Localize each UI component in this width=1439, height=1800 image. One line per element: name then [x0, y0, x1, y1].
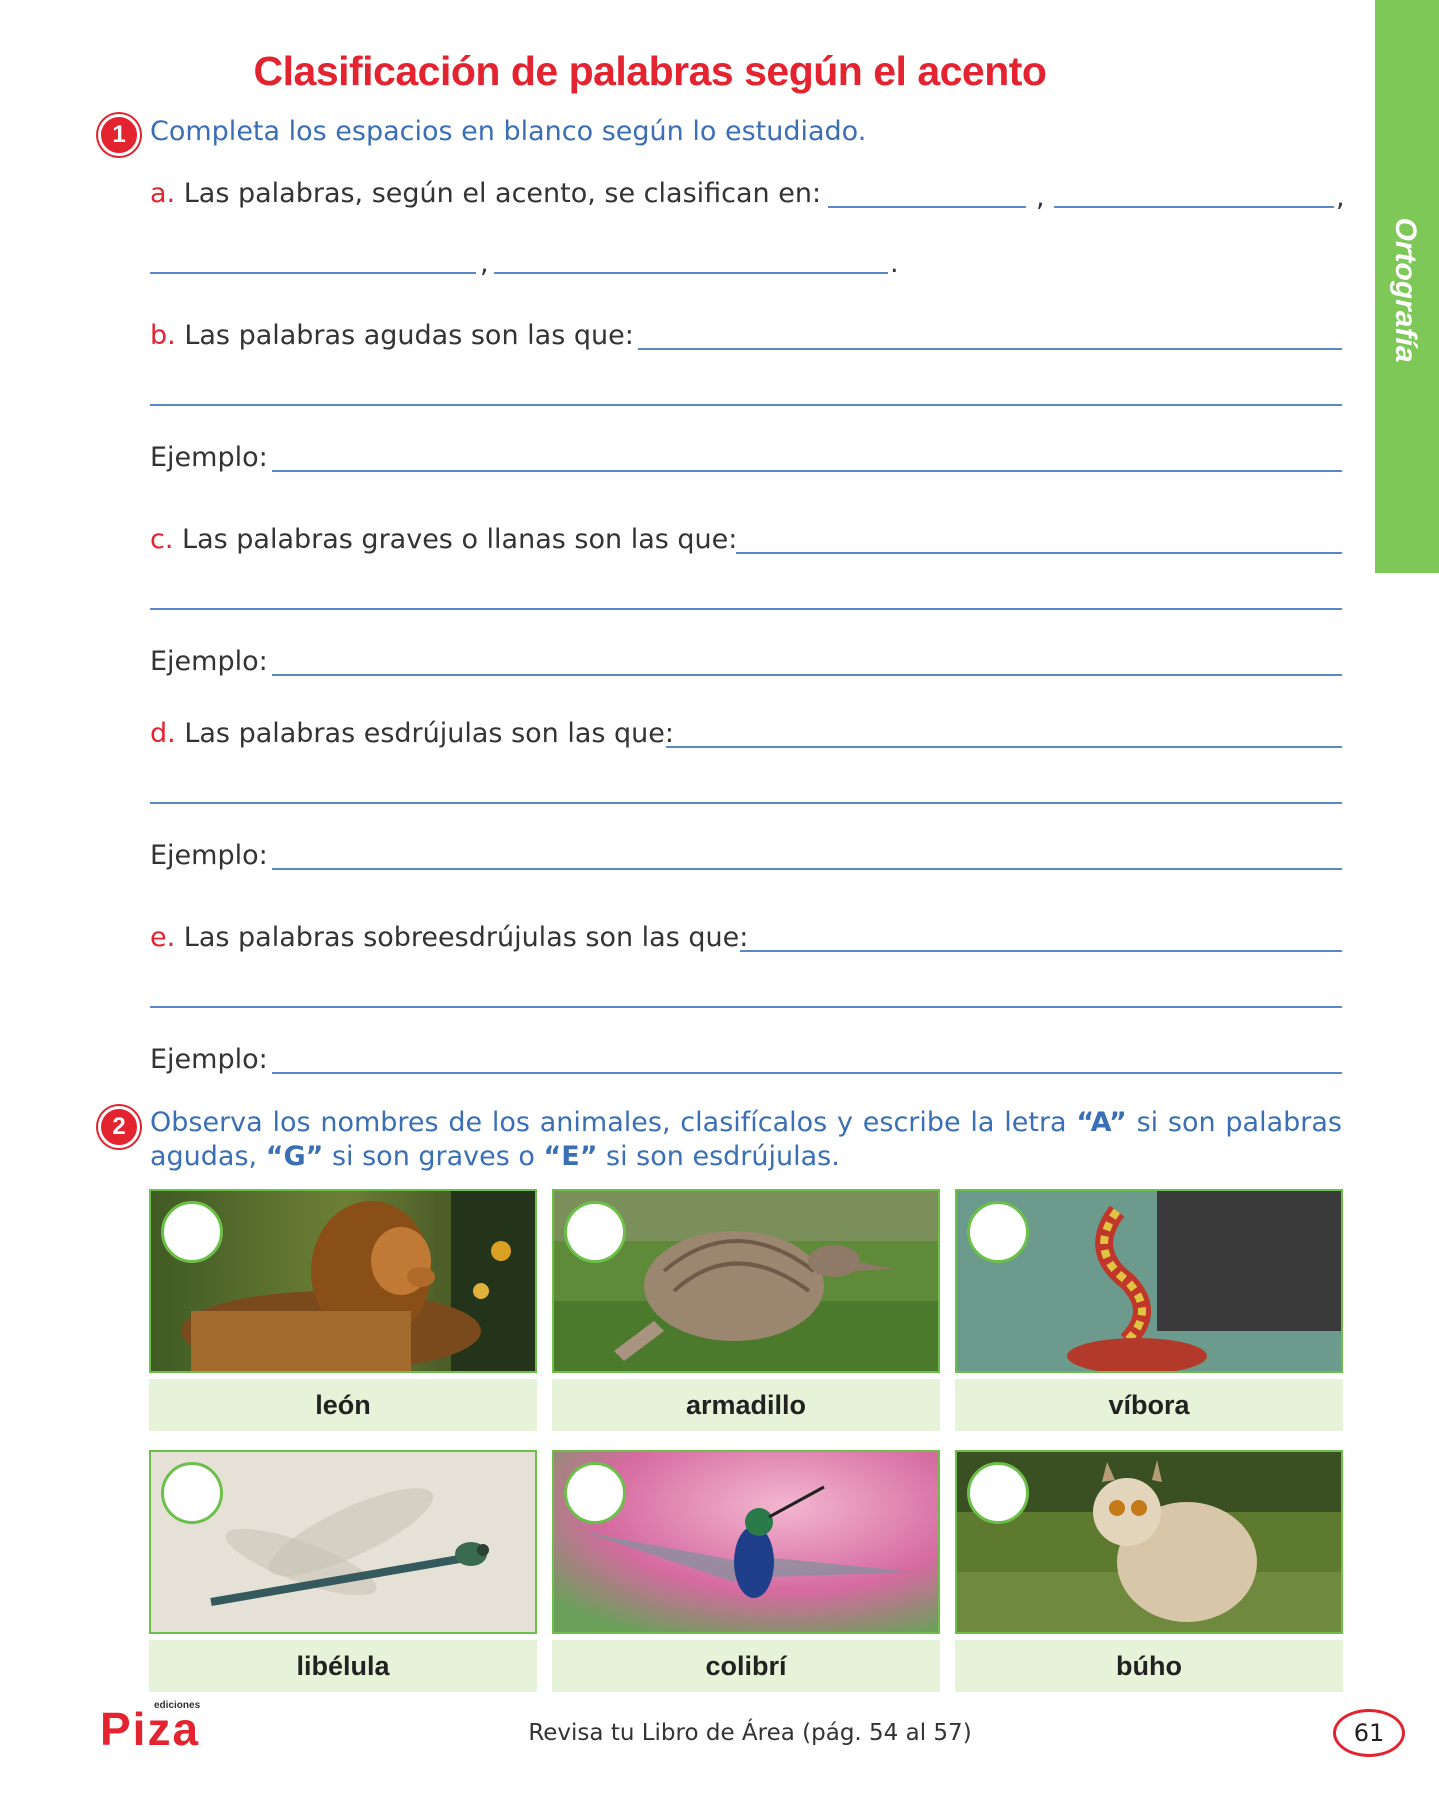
section-tab-label: Ortografía: [1389, 217, 1422, 363]
answer-circle-libelula[interactable]: [161, 1462, 223, 1524]
animal-card-libelula: libélula: [149, 1450, 537, 1692]
blank-a2[interactable]: [1054, 206, 1334, 208]
blank-e1[interactable]: [740, 950, 1342, 952]
blank-b2[interactable]: [150, 404, 1342, 406]
comma-a1: ,: [1036, 182, 1045, 213]
owl-photo: [955, 1450, 1343, 1634]
blank-c1[interactable]: [736, 552, 1342, 554]
comma-a3: ,: [480, 248, 489, 279]
item-a-text: Las palabras, según el acento, se clasif…: [183, 178, 822, 209]
page-title: Clasificación de palabras según el acent…: [253, 48, 1047, 94]
animal-label-buho: búho: [955, 1640, 1343, 1692]
item-e-text: Las palabras sobreesdrújulas son las que…: [183, 922, 749, 953]
item-a-letter: a.: [150, 178, 176, 209]
animal-label-libelula: libélula: [149, 1640, 537, 1692]
blank-d1[interactable]: [666, 746, 1342, 748]
blank-a1[interactable]: [828, 206, 1026, 208]
item-e-letter: e.: [150, 922, 176, 953]
instr2-part3: si son graves o: [323, 1141, 544, 1172]
example-c-label: Ejemplo:: [150, 646, 268, 677]
animal-label-armadillo: armadillo: [552, 1379, 940, 1431]
blank-a3[interactable]: [150, 272, 476, 274]
logo-small-text: ediciones: [154, 1700, 201, 1711]
blank-d-example[interactable]: [272, 868, 1342, 870]
animal-label-vibora: víbora: [955, 1379, 1343, 1431]
example-e-label: Ejemplo:: [150, 1044, 268, 1075]
answer-circle-buho[interactable]: [967, 1462, 1029, 1524]
animal-card-armadillo: armadillo: [552, 1189, 940, 1431]
item-d-text: Las palabras esdrújulas son las que:: [184, 718, 675, 749]
page-number: 61: [1333, 1709, 1405, 1757]
answer-circle-leon[interactable]: [161, 1201, 223, 1263]
blank-c-example[interactable]: [272, 674, 1342, 676]
animal-card-colibri: colibrí: [552, 1450, 940, 1692]
armadillo-photo: [552, 1189, 940, 1373]
blank-b-example[interactable]: [272, 470, 1342, 472]
blank-d2[interactable]: [150, 802, 1342, 804]
exercise-2-badge: 2: [98, 1106, 140, 1148]
lion-photo: [149, 1189, 537, 1373]
animal-card-buho: búho: [955, 1450, 1343, 1692]
item-b-letter: b.: [150, 320, 176, 351]
exercise-2-instruction: Observa los nombres de los animales, cla…: [150, 1106, 1342, 1174]
item-b: b. Las palabras agudas son las que:: [150, 320, 634, 351]
item-a: a. Las palabras, según el acento, se cla…: [150, 178, 821, 209]
blank-c2[interactable]: [150, 608, 1342, 610]
item-c-text: Las palabras graves o llanas son las que…: [182, 524, 738, 555]
blank-e2[interactable]: [150, 1006, 1342, 1008]
hummingbird-photo: [552, 1450, 940, 1634]
blank-a4[interactable]: [494, 272, 888, 274]
letter-g-marker: “G”: [265, 1141, 324, 1172]
animal-label-colibri: colibrí: [552, 1640, 940, 1692]
blank-e-example[interactable]: [272, 1072, 1342, 1074]
letter-e-marker: “E”: [543, 1141, 598, 1172]
item-b-text: Las palabras agudas son las que:: [184, 320, 634, 351]
example-d-label: Ejemplo:: [150, 840, 268, 871]
dragonfly-photo: [149, 1450, 537, 1634]
item-d: d. Las palabras esdrújulas son las que:: [150, 718, 674, 749]
answer-circle-vibora[interactable]: [967, 1201, 1029, 1263]
animal-card-vibora: víbora: [955, 1189, 1343, 1431]
item-c-letter: c.: [150, 524, 174, 555]
instr2-part1: Observa los nombres de los animales, cla…: [150, 1107, 1077, 1138]
item-d-letter: d.: [150, 718, 176, 749]
item-c: c. Las palabras graves o llanas son las …: [150, 524, 737, 555]
letter-a-marker: “A”: [1076, 1107, 1127, 1138]
animal-label-leon: león: [149, 1379, 537, 1431]
exercise-1-badge: 1: [98, 114, 140, 156]
example-b-label: Ejemplo:: [150, 442, 268, 473]
animal-card-leon: león: [149, 1189, 537, 1431]
exercise-1-instruction: Completa los espacios en blanco según lo…: [150, 116, 867, 147]
blank-b1[interactable]: [638, 348, 1342, 350]
book-reference: Revisa tu Libro de Área (pág. 54 al 57): [528, 1720, 972, 1746]
answer-circle-colibri[interactable]: [564, 1462, 626, 1524]
snake-photo: [955, 1189, 1343, 1373]
period-a: .: [890, 248, 899, 279]
instr2-part4: si son esdrújulas.: [597, 1141, 840, 1172]
comma-a2: ,: [1336, 182, 1345, 213]
item-e: e. Las palabras sobreesdrújulas son las …: [150, 922, 748, 953]
answer-circle-armadillo[interactable]: [564, 1201, 626, 1263]
